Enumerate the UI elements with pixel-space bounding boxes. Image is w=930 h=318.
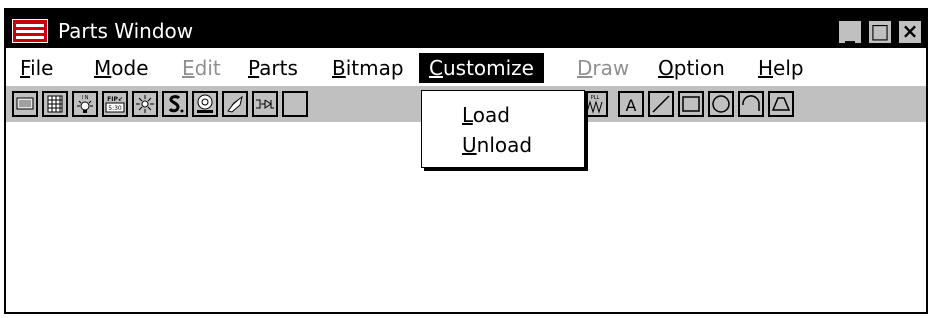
menu-customize[interactable]: Customize [419, 53, 544, 83]
parts-window: Parts Window _ □ × File Mode Edit Parts … [4, 8, 928, 314]
fip-display-top-label: FIP↙ [107, 96, 123, 103]
text-tool-button[interactable]: A [618, 91, 644, 117]
drive-icon [256, 99, 274, 109]
text-icon-label: A [626, 96, 637, 115]
pll-icon: PLL [586, 95, 603, 114]
minimize-button[interactable]: _ [838, 20, 862, 44]
menu-bitmap[interactable]: Bitmap [322, 53, 414, 83]
menu-parts-label: arts [259, 56, 298, 80]
menu-mode[interactable]: Mode [84, 53, 159, 83]
menu-option-accelerator: O [658, 56, 674, 80]
speaker-tool-button[interactable] [192, 91, 218, 117]
menu-mode-label: ode [111, 56, 149, 80]
menu-file[interactable]: File [10, 53, 63, 83]
arc-icon [742, 95, 760, 111]
lamp-icon-label: I N [82, 95, 89, 101]
rectangle-tool-button[interactable] [678, 91, 704, 117]
rotary-icon [168, 95, 184, 113]
pll-icon-label: PLL [591, 95, 600, 101]
menu-option-label: ption [673, 56, 725, 80]
title-bar[interactable]: Parts Window _ □ × [6, 10, 926, 48]
line-icon [652, 95, 670, 113]
light-tool-button[interactable] [132, 91, 158, 117]
maximize-button[interactable]: □ [868, 20, 892, 44]
text-icon: A [626, 96, 637, 115]
panel-icon [16, 97, 34, 110]
menu-bar: File Mode Edit Parts Bitmap Customize Dr… [6, 48, 926, 86]
line-tool-button[interactable] [648, 91, 674, 117]
menu-edit[interactable]: Edit [172, 53, 231, 83]
light-icon [136, 95, 154, 113]
grid-icon [47, 95, 63, 113]
menu-draw[interactable]: Draw [567, 53, 639, 83]
menu-item-unload-label: nload [476, 133, 533, 157]
pll-tool-button[interactable]: PLL [582, 91, 608, 117]
menu-bitmap-label: itmap [345, 56, 404, 80]
panel-tool-button[interactable] [12, 91, 38, 117]
menu-item-load-label: oad [472, 103, 510, 127]
menu-help-accelerator: H [758, 56, 774, 80]
menu-item-unload-accelerator: U [462, 133, 477, 157]
tool-button-hidden[interactable] [282, 91, 308, 117]
menu-edit-accelerator: E [182, 56, 195, 80]
menu-customize-accelerator: C [429, 56, 443, 80]
menu-item-unload[interactable]: Unload [462, 133, 532, 157]
circle-tool-button[interactable] [708, 91, 734, 117]
menu-file-accelerator: F [20, 56, 31, 80]
fip-display-icon: FIP↙ 5:30 [105, 96, 125, 113]
circle-icon [712, 95, 730, 113]
menu-help-label: elp [773, 56, 804, 80]
arc-tool-button[interactable] [738, 91, 764, 117]
menu-parts[interactable]: Parts [238, 53, 308, 83]
pointer-tool-button[interactable] [222, 91, 248, 117]
menu-file-label: ile [30, 56, 54, 80]
window-title: Parts Window [58, 19, 194, 43]
pointer-icon [227, 95, 243, 113]
polygon-tool-button[interactable] [768, 91, 794, 117]
fip-display-bottom-label: 5:30 [108, 105, 122, 112]
app-icon[interactable] [12, 19, 48, 43]
drive-tool-button[interactable] [252, 91, 278, 117]
menu-mode-accelerator: M [94, 56, 112, 80]
menu-item-load[interactable]: Load [462, 103, 510, 127]
menu-draw-label: raw [592, 56, 630, 80]
lamp-tool-button[interactable]: I N [72, 91, 98, 117]
grid-tool-button[interactable] [42, 91, 68, 117]
menu-option[interactable]: Option [648, 53, 735, 83]
close-button[interactable]: × [898, 20, 922, 44]
lamp-icon: I N [77, 95, 93, 113]
polygon-icon [771, 97, 791, 111]
rectangle-icon [682, 96, 700, 112]
fip-display-tool-button[interactable]: FIP↙ 5:30 [102, 91, 128, 117]
menu-help[interactable]: Help [748, 53, 814, 83]
rotary-tool-button[interactable] [162, 91, 188, 117]
menu-draw-accelerator: D [577, 56, 593, 80]
menu-parts-accelerator: P [248, 56, 260, 80]
menu-item-load-accelerator: L [462, 103, 473, 127]
menu-customize-label: ustomize [442, 56, 534, 80]
customize-dropdown-menu: Load Unload [421, 90, 585, 168]
speaker-icon [197, 94, 213, 113]
menu-edit-label: dit [194, 56, 221, 80]
menu-bitmap-accelerator: B [332, 56, 346, 80]
